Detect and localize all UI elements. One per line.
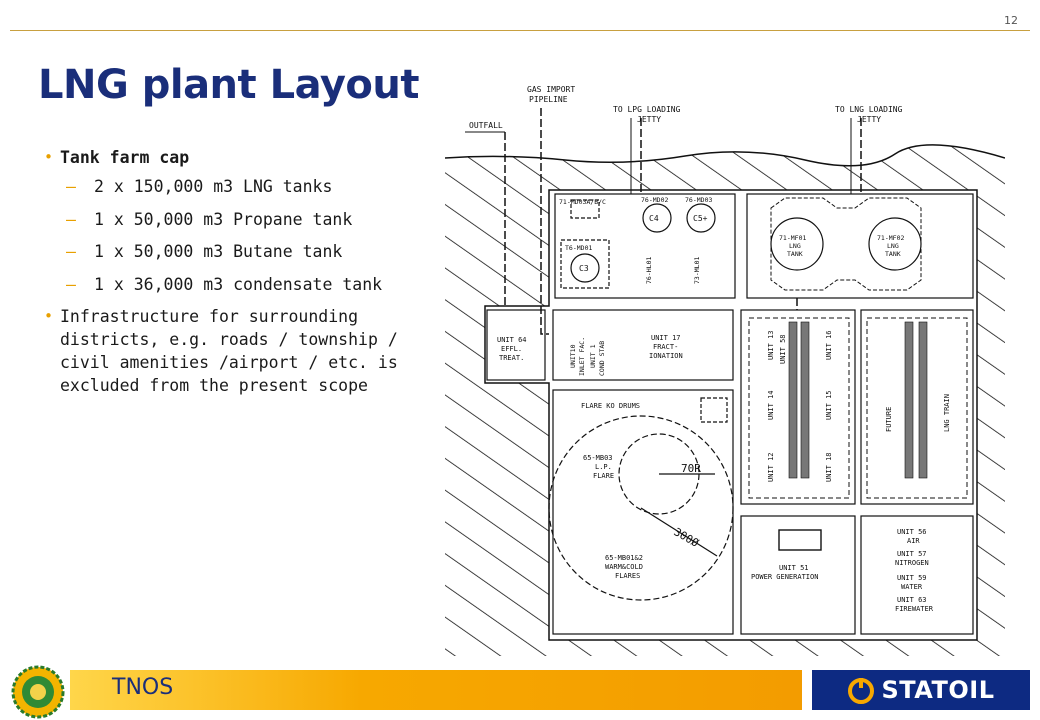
sub-bullet: –1 x 50,000 m3 Butane tank bbox=[66, 240, 414, 263]
slide-number: 12 bbox=[1004, 14, 1018, 27]
label-unit12: UNIT 12 bbox=[767, 452, 775, 482]
label-c3: C3 bbox=[579, 264, 589, 273]
label-unit64b: EFFL. bbox=[501, 345, 522, 353]
label-lng-tank-1b: LNG bbox=[789, 242, 801, 250]
label-unit18: UNIT 18 bbox=[825, 452, 833, 482]
label-lng-tank-1a: 71-MF01 bbox=[779, 234, 806, 242]
label-lp-flare-a: 65-MB03 bbox=[583, 454, 613, 462]
process-train-2 bbox=[800, 321, 810, 479]
label-unit13: UNIT 13 bbox=[767, 330, 775, 360]
label-unit16: UNIT 16 bbox=[825, 330, 833, 360]
plant-layout-drawing: GAS IMPORT PIPELINE OUTFALL TO LPG LOADI… bbox=[444, 78, 1006, 656]
label-unit17b: FRACT- bbox=[653, 343, 678, 351]
label-unit59a: UNIT 59 bbox=[897, 574, 927, 582]
label-tank-a: 71-MD03A/B/C bbox=[559, 198, 606, 206]
label-unit15: UNIT 15 bbox=[825, 390, 833, 420]
bullet-item: • Infrastructure for surrounding distric… bbox=[44, 305, 414, 397]
label-unit10a: UNIT10 bbox=[569, 344, 577, 368]
label-warm-a: 65-MB01&2 bbox=[605, 554, 643, 562]
bullet-dot: • bbox=[44, 307, 54, 325]
label-lng-jetty-1: TO LNG LOADING bbox=[835, 105, 903, 114]
label-c4: C4 bbox=[649, 214, 659, 223]
label-unit1a: UNIT 1 bbox=[589, 344, 597, 368]
label-warm-b: WARM&COLD bbox=[605, 563, 643, 571]
label-future: FUTURE bbox=[885, 407, 893, 432]
label-unit57b: NITROGEN bbox=[895, 559, 929, 567]
statoil-logo: STATOIL bbox=[812, 670, 1030, 710]
bullet-dot: • bbox=[44, 148, 54, 166]
label-lp-flare-c: FLARE bbox=[593, 472, 614, 480]
label-lng-jetty-2: JETTY bbox=[857, 115, 881, 124]
dash-marker: – bbox=[66, 274, 76, 294]
label-r70: 70R bbox=[681, 462, 701, 475]
label-unit58: UNIT 58 bbox=[779, 334, 787, 364]
label-unit63a: UNIT 63 bbox=[897, 596, 927, 604]
bullet-text: Infrastructure for surrounding districts… bbox=[60, 307, 398, 395]
bullet-text: Tank farm cap bbox=[60, 148, 190, 167]
statoil-flame-icon bbox=[847, 678, 874, 704]
label-lng-train: LNG TRAIN bbox=[943, 394, 951, 432]
label-unit51b: POWER GENERATION bbox=[751, 573, 818, 581]
label-unit64a: UNIT 64 bbox=[497, 336, 527, 344]
label-lng-tank-1c: TANK bbox=[787, 250, 803, 258]
dash-marker: – bbox=[66, 177, 76, 196]
dash-marker: – bbox=[66, 209, 76, 229]
sub-bullet-text: 1 x 50,000 m3 Propane tank bbox=[94, 209, 353, 229]
label-unit10b: INLET FAC. bbox=[578, 337, 586, 376]
label-t6md01: T6-MD01 bbox=[565, 244, 592, 252]
plant-layout-svg: GAS IMPORT PIPELINE OUTFALL TO LPG LOADI… bbox=[444, 85, 1006, 656]
label-flare-ko: FLARE KO DRUMS bbox=[581, 402, 640, 410]
label-t3ml01: 73-ML01 bbox=[693, 257, 701, 284]
footer-label: TNOS bbox=[112, 675, 174, 700]
sub-bullet-text: 1 x 36,000 m3 condensate tank bbox=[94, 274, 383, 294]
label-warm-c: FLARES bbox=[615, 572, 640, 580]
label-unit63b: FIREWATER bbox=[895, 605, 934, 613]
top-divider bbox=[10, 30, 1030, 31]
label-c5: C5+ bbox=[693, 214, 708, 223]
process-train-1 bbox=[788, 321, 798, 479]
label-lng-tank-2c: TANK bbox=[885, 250, 901, 258]
label-unit56a: UNIT 56 bbox=[897, 528, 927, 536]
process-train-3 bbox=[904, 321, 914, 479]
label-tank-b: 76-MD02 bbox=[641, 196, 668, 204]
bullet-item: • Tank farm cap bbox=[44, 146, 414, 169]
sub-bullet-text: 2 x 150,000 m3 LNG tanks bbox=[94, 177, 333, 196]
sub-bullet: –2 x 150,000 m3 LNG tanks bbox=[66, 175, 414, 198]
label-pipeline: PIPELINE bbox=[529, 95, 568, 104]
dash-marker: – bbox=[66, 242, 76, 261]
label-outfall: OUTFALL bbox=[469, 121, 503, 130]
label-lng-tank-2b: LNG bbox=[887, 242, 899, 250]
slide-title: LNG plant Layout bbox=[38, 62, 419, 108]
tnos-emblem-icon bbox=[8, 664, 68, 720]
label-unit51a: UNIT 51 bbox=[779, 564, 809, 572]
statoil-wordmark: STATOIL bbox=[881, 676, 995, 704]
label-tank-c: 76-MD03 bbox=[685, 196, 712, 204]
plant-site bbox=[484, 189, 978, 641]
label-unit14: UNIT 14 bbox=[767, 390, 775, 420]
label-gas-import: GAS IMPORT bbox=[527, 85, 575, 94]
label-unit59b: WATER bbox=[901, 583, 923, 591]
label-unit17c: IONATION bbox=[649, 352, 683, 360]
label-lpg-jetty-2: JETTY bbox=[637, 115, 661, 124]
footer-bar bbox=[70, 670, 802, 710]
sub-bullet: –1 x 36,000 m3 condensate tank bbox=[66, 273, 414, 296]
label-unit57a: UNIT 57 bbox=[897, 550, 927, 558]
label-unit56b: AIR bbox=[907, 537, 920, 545]
label-lng-tank-2a: 71-MF02 bbox=[877, 234, 904, 242]
label-lp-flare-b: L.P. bbox=[595, 463, 612, 471]
label-unit1b: COND STAB bbox=[598, 341, 606, 376]
label-unit64c: TREAT. bbox=[499, 354, 524, 362]
label-unit17a: UNIT 17 bbox=[651, 334, 681, 342]
sub-bullet-text: 1 x 50,000 m3 Butane tank bbox=[94, 242, 343, 261]
bullet-list: • Tank farm cap –2 x 150,000 m3 LNG tank… bbox=[44, 146, 414, 403]
sub-bullet: –1 x 50,000 m3 Propane tank bbox=[66, 208, 414, 231]
process-train-4 bbox=[918, 321, 928, 479]
label-lpg-jetty-1: TO LPG LOADING bbox=[613, 105, 681, 114]
label-t6hl01: 76-HL01 bbox=[645, 257, 653, 284]
